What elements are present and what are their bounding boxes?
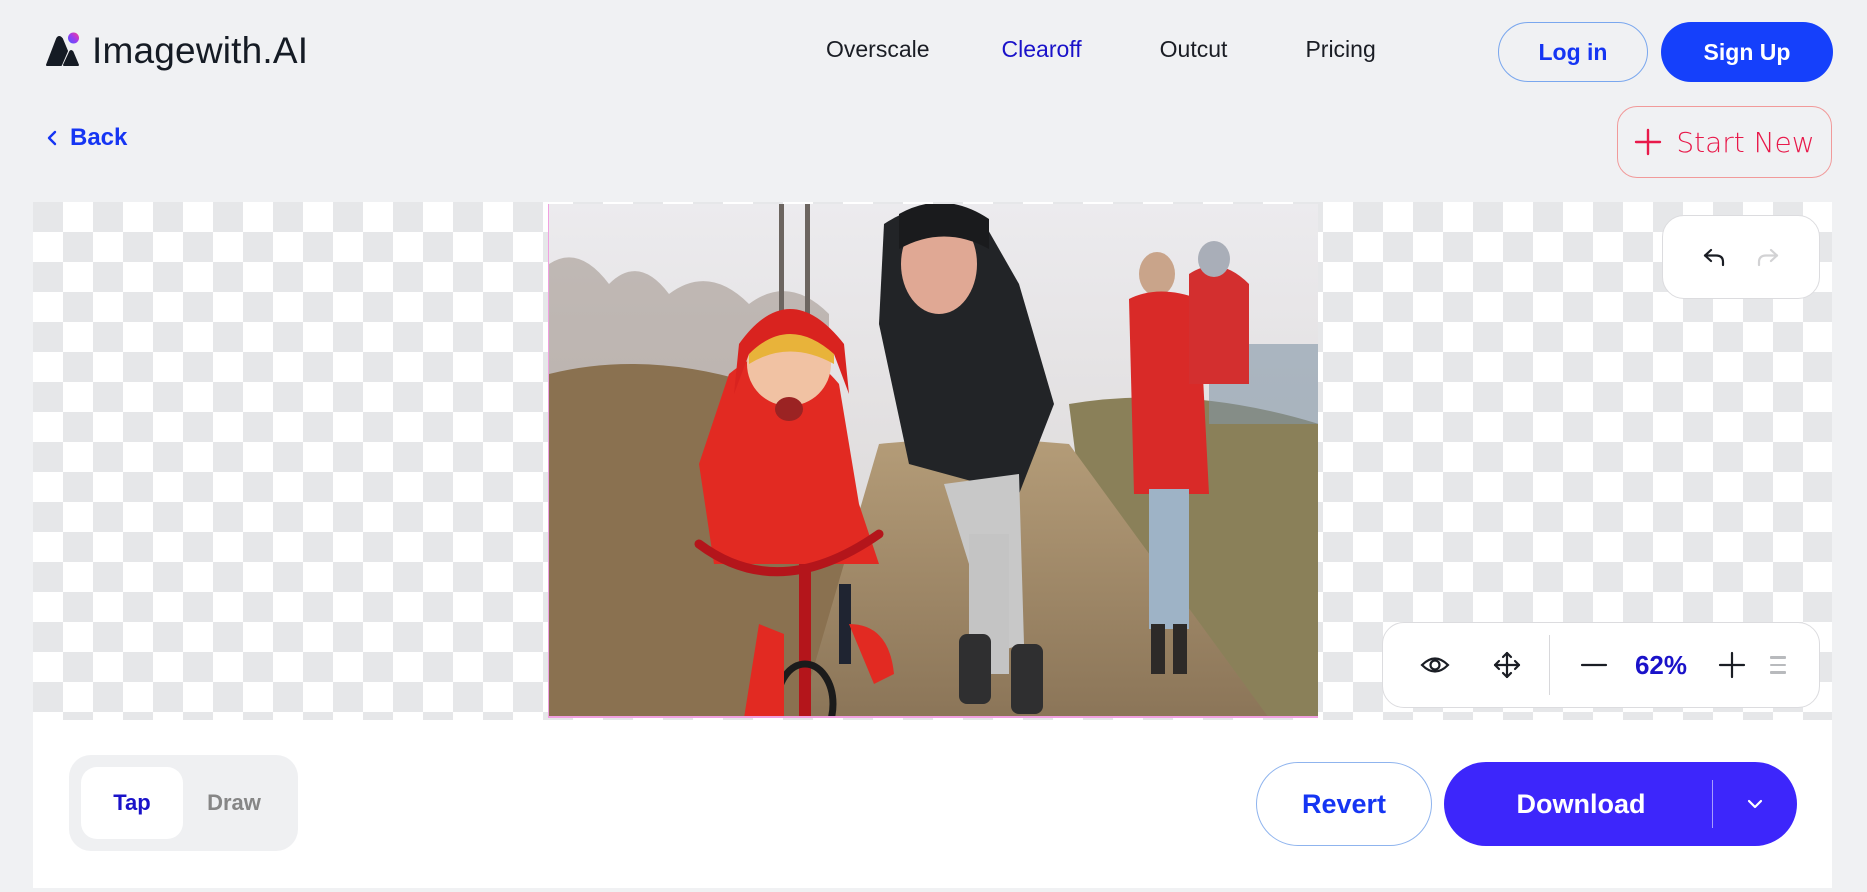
- plus-icon: [1635, 128, 1662, 156]
- zoom-level: 62%: [1634, 649, 1688, 680]
- start-new-label: Start New: [1676, 125, 1815, 159]
- zoom-divider: [1549, 635, 1550, 695]
- zoom-controls: 62%: [1382, 622, 1820, 708]
- main-nav: Overscale Clearoff Outcut Pricing: [826, 36, 1376, 63]
- history-controls: [1662, 215, 1820, 299]
- mode-tap-button[interactable]: Tap: [81, 767, 183, 839]
- zoom-out-button[interactable]: [1574, 645, 1614, 685]
- download-split-button: Download: [1444, 762, 1797, 846]
- nav-clearoff[interactable]: Clearoff: [1002, 36, 1082, 63]
- photo-illustration: [549, 204, 1318, 716]
- undo-button[interactable]: [1694, 237, 1734, 277]
- nav-overscale[interactable]: Overscale: [826, 36, 930, 63]
- chevron-left-icon: [47, 130, 57, 146]
- preview-toggle-button[interactable]: [1415, 645, 1455, 685]
- brand-logo[interactable]: Imagewith.AI: [38, 30, 308, 72]
- selection-mode-toggle: Tap Draw: [69, 755, 298, 851]
- chevron-down-icon: [1747, 799, 1763, 809]
- back-label: Back: [70, 124, 128, 151]
- redo-button[interactable]: [1748, 237, 1788, 277]
- zoom-in-button[interactable]: [1712, 645, 1752, 685]
- login-button[interactable]: Log in: [1498, 22, 1648, 82]
- drag-handle-icon[interactable]: [1770, 656, 1786, 674]
- plus-icon: [1718, 651, 1746, 679]
- back-link[interactable]: Back: [46, 124, 127, 152]
- move-arrows-icon: [1493, 651, 1521, 679]
- download-options-button[interactable]: [1713, 762, 1797, 846]
- logo-mark-icon: [38, 31, 82, 71]
- redo-arrow-icon: [1757, 248, 1779, 267]
- pan-button[interactable]: [1487, 645, 1527, 685]
- action-panel: Tap Draw Revert Download: [33, 720, 1832, 888]
- brand-name: Imagewith.AI: [92, 30, 309, 71]
- nav-outcut[interactable]: Outcut: [1160, 36, 1228, 63]
- revert-button[interactable]: Revert: [1256, 762, 1432, 846]
- download-button[interactable]: Download: [1444, 762, 1712, 846]
- mode-draw-button[interactable]: Draw: [183, 767, 285, 839]
- minus-icon: [1580, 663, 1608, 667]
- eye-icon: [1420, 657, 1450, 673]
- start-new-button[interactable]: Start New: [1617, 106, 1832, 178]
- edited-photo[interactable]: [548, 204, 1318, 718]
- nav-pricing[interactable]: Pricing: [1305, 36, 1375, 63]
- signup-button[interactable]: Sign Up: [1661, 22, 1833, 82]
- undo-arrow-icon: [1703, 248, 1725, 267]
